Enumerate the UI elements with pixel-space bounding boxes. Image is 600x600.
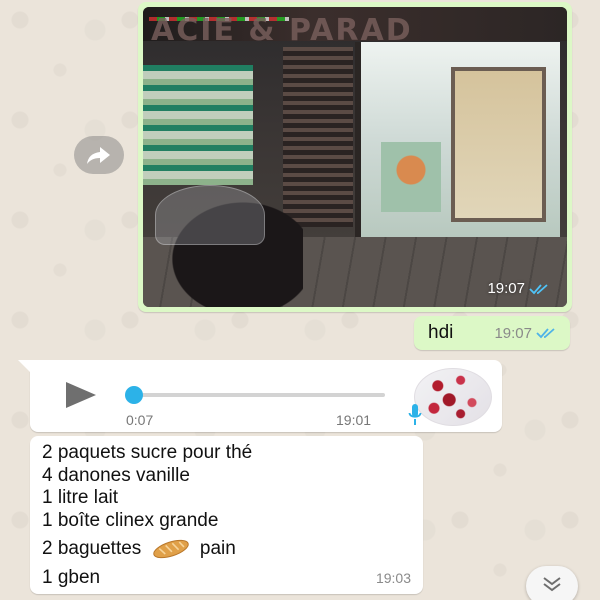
door-poster	[381, 142, 441, 212]
voice-duration: 0:07	[126, 412, 154, 428]
message-meta: 19:07	[494, 325, 560, 342]
message-time: 19:07	[494, 324, 532, 342]
list-item: 2 baguettes pain	[42, 538, 411, 561]
list-item: 4 danones vanille	[42, 464, 190, 486]
list-item-text: 2 baguettes	[42, 538, 142, 560]
double-check-icon	[536, 328, 555, 339]
list-item-text: pain	[199, 538, 236, 560]
list-item: 1 litre lait	[42, 487, 119, 508]
shop-photo[interactable]: ACIE & PARAD 19:07	[143, 7, 567, 307]
forward-button[interactable]	[74, 136, 124, 174]
message-text: hdi	[428, 322, 454, 343]
door-frame	[451, 67, 546, 222]
incoming-voice-message[interactable]: 0:07 19:01	[18, 360, 502, 432]
list-time: 19:03	[375, 570, 411, 586]
bubble-tail	[18, 360, 30, 372]
baguette-bread-icon	[152, 539, 189, 559]
scroll-down-button[interactable]	[526, 566, 578, 600]
outgoing-photo-message[interactable]: ACIE & PARAD 19:07	[138, 2, 572, 312]
photo-time: 19:07	[487, 280, 525, 297]
avatar[interactable]	[414, 368, 492, 426]
shop-glass-door	[355, 42, 560, 237]
play-icon[interactable]	[66, 382, 96, 408]
scooter-windshield	[155, 185, 265, 245]
list-item: 1 boîte clinex grande	[42, 509, 219, 531]
photo-timestamp: 19:07	[487, 280, 551, 297]
audio-seek-track[interactable]	[130, 393, 385, 397]
list-item: 2 paquets sucre pour thé	[42, 442, 253, 463]
list-item: 1 gben	[42, 566, 101, 588]
outgoing-text-message[interactable]: hdi 19:07	[414, 316, 570, 350]
mic-icon	[408, 404, 422, 425]
incoming-list-message[interactable]: 2 paquets sucre pour thé 4 danones vanil…	[30, 436, 423, 594]
shop-shelves	[143, 65, 253, 185]
forward-arrow-icon	[87, 147, 110, 164]
double-check-icon	[529, 283, 548, 294]
audio-seek-handle[interactable]	[125, 386, 143, 404]
double-chevron-down-icon	[543, 577, 561, 592]
voice-time: 19:01	[336, 412, 372, 428]
